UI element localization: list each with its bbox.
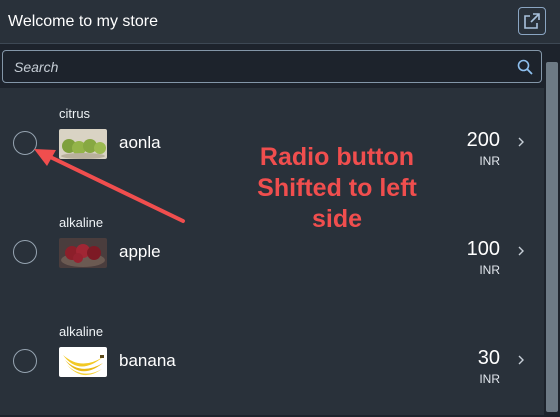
aonla-image xyxy=(59,129,107,159)
item-price: 30 xyxy=(477,347,500,369)
item-category: alkaline xyxy=(59,324,104,339)
chevron-right-icon xyxy=(518,246,524,256)
item-name: banana xyxy=(119,351,176,370)
item-currency: INR xyxy=(479,263,500,277)
banana-image xyxy=(59,347,107,377)
product-list: citrus aonla 200 INR alkaline apple 100 … xyxy=(0,88,544,417)
annotation-line: Shifted to left xyxy=(257,174,417,202)
item-category: alkaline xyxy=(59,215,104,230)
search-icon[interactable] xyxy=(516,58,534,76)
scrollbar-thumb[interactable] xyxy=(546,62,558,412)
item-currency: INR xyxy=(479,154,500,168)
chevron-right-icon xyxy=(518,137,524,147)
item-name: aonla xyxy=(119,133,161,152)
share-icon xyxy=(524,13,540,29)
item-category: citrus xyxy=(59,106,91,121)
item-currency: INR xyxy=(479,372,500,386)
search-input[interactable] xyxy=(3,51,503,82)
annotation-line: side xyxy=(311,205,363,233)
item-price: 100 xyxy=(466,238,500,260)
item-name: apple xyxy=(119,242,161,261)
search-field[interactable] xyxy=(2,50,542,83)
item-price: 200 xyxy=(466,129,500,151)
annotation-text: Radio button Shifted to left side xyxy=(228,142,446,235)
app-header: Welcome to my store xyxy=(0,0,560,44)
apple-image xyxy=(59,238,107,268)
share-button[interactable] xyxy=(518,7,546,35)
list-item[interactable]: alkaline banana 30 INR xyxy=(0,306,544,415)
radio-button[interactable] xyxy=(13,349,37,373)
radio-button[interactable] xyxy=(13,131,37,155)
page-title: Welcome to my store xyxy=(8,13,158,30)
radio-button[interactable] xyxy=(13,240,37,264)
annotation-line: Radio button xyxy=(259,143,415,171)
chevron-right-icon xyxy=(518,355,524,365)
